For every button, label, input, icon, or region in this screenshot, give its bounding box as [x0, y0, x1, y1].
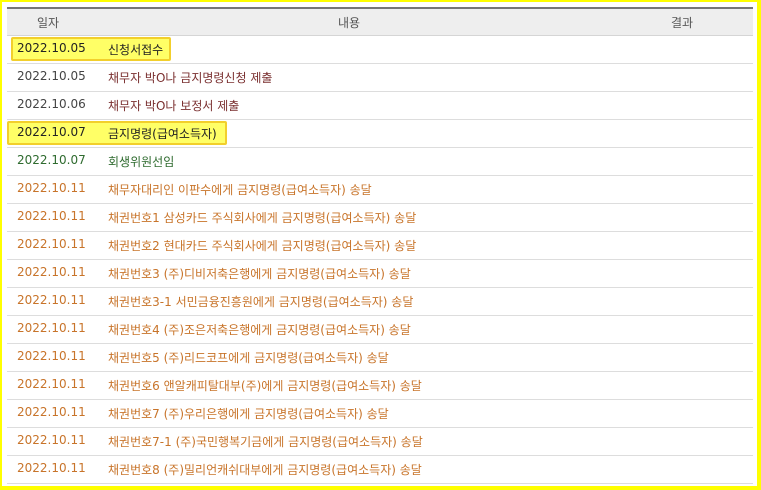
- row-content: 채권번호5 (주)리드코프에게 금지명령(급여소득자) 송달: [108, 351, 389, 365]
- table-row: 2022.10.05 채무자 박O나 금지명령신청 제출: [7, 64, 753, 92]
- case-progress-panel: 일자 내용 결과 2022.10.05 신청서접수 2022.10.05 채무자…: [2, 2, 757, 486]
- row-date: 2022.10.11: [17, 461, 86, 475]
- row-content: 신청서접수: [108, 43, 164, 57]
- row-content: 채권번호7 (주)우리은행에게 금지명령(급여소득자) 송달: [108, 407, 389, 421]
- row-date: 2022.10.11: [17, 237, 86, 251]
- row-date: 2022.10.05: [17, 69, 86, 83]
- row-content: 금지명령(급여소득자): [108, 127, 217, 141]
- row-date: 2022.10.11: [17, 265, 86, 279]
- table-row: 2022.10.11 채권번호3 (주)디비저축은행에게 금지명령(급여소득자)…: [7, 260, 753, 288]
- table-row: 2022.10.11 채권번호4 (주)조은저축은행에게 금지명령(급여소득자)…: [7, 316, 753, 344]
- row-content: 채무자대리인 이판수에게 금지명령(급여소득자) 송달: [108, 183, 372, 197]
- row-date: 2022.10.11: [17, 349, 86, 363]
- header-content: 내용: [338, 16, 361, 30]
- table-row: 2022.10.11 채권번호8 (주)밀리언캐쉬대부에게 금지명령(급여소득자…: [7, 456, 753, 484]
- table-row: 2022.10.06 채무자 박O나 보정서 제출: [7, 92, 753, 120]
- row-content: 채권번호2 현대카드 주식회사에게 금지명령(급여소득자) 송달: [108, 239, 417, 253]
- row-content: 채권번호6 앤알캐피탈대부(주)에게 금지명령(급여소득자) 송달: [108, 379, 422, 393]
- row-date: 2022.10.07: [17, 153, 86, 167]
- row-content: 채무자 박O나 금지명령신청 제출: [108, 71, 273, 85]
- table-row: 2022.10.11 채권번호7-1 (주)국민행복기금에게 금지명령(급여소득…: [7, 428, 753, 456]
- row-date: 2022.10.07: [17, 125, 86, 139]
- table-header: 일자 내용 결과: [7, 7, 753, 36]
- table-row: 2022.10.07 회생위원선임: [7, 148, 753, 176]
- table-row: 2022.10.11 채권번호7 (주)우리은행에게 금지명령(급여소득자) 송…: [7, 400, 753, 428]
- table-row: 2022.10.11 채권번호1 삼성카드 주식회사에게 금지명령(급여소득자)…: [7, 204, 753, 232]
- header-result: 결과: [671, 16, 694, 30]
- row-date: 2022.10.11: [17, 181, 86, 195]
- row-content: 채무자 박O나 보정서 제출: [108, 99, 240, 113]
- row-date: 2022.10.11: [17, 293, 86, 307]
- row-date: 2022.10.11: [17, 321, 86, 335]
- table-row: 2022.10.11 채권번호5 (주)리드코프에게 금지명령(급여소득자) 송…: [7, 344, 753, 372]
- row-date: 2022.10.11: [17, 433, 86, 447]
- header-date: 일자: [37, 16, 60, 30]
- row-content: 채권번호7-1 (주)국민행복기금에게 금지명령(급여소득자) 송달: [108, 435, 423, 449]
- table-row: 2022.10.11 채권번호2 현대카드 주식회사에게 금지명령(급여소득자)…: [7, 232, 753, 260]
- row-date: 2022.10.06: [17, 97, 86, 111]
- row-content: 채권번호3-1 서민금융진흥원에게 금지명령(급여소득자) 송달: [108, 295, 414, 309]
- table-row: 2022.10.11 채권번호6 앤알캐피탈대부(주)에게 금지명령(급여소득자…: [7, 372, 753, 400]
- row-content: 채권번호4 (주)조은저축은행에게 금지명령(급여소득자) 송달: [108, 323, 411, 337]
- row-content: 채권번호8 (주)밀리언캐쉬대부에게 금지명령(급여소득자) 송달: [108, 463, 422, 477]
- row-date: 2022.10.11: [17, 405, 86, 419]
- row-content: 채권번호3 (주)디비저축은행에게 금지명령(급여소득자) 송달: [108, 267, 411, 281]
- table-row: 2022.10.11 채권번호3-1 서민금융진흥원에게 금지명령(급여소득자)…: [7, 288, 753, 316]
- row-date: 2022.10.11: [17, 209, 86, 223]
- row-date: 2022.10.11: [17, 377, 86, 391]
- table-row: 2022.10.05 신청서접수: [7, 36, 753, 64]
- table-row: 2022.10.07 금지명령(급여소득자): [7, 120, 753, 148]
- row-content: 채권번호1 삼성카드 주식회사에게 금지명령(급여소득자) 송달: [108, 211, 417, 225]
- row-date: 2022.10.05: [17, 41, 86, 55]
- row-content: 회생위원선임: [108, 155, 175, 169]
- table-row: 2022.10.11 채무자대리인 이판수에게 금지명령(급여소득자) 송달: [7, 176, 753, 204]
